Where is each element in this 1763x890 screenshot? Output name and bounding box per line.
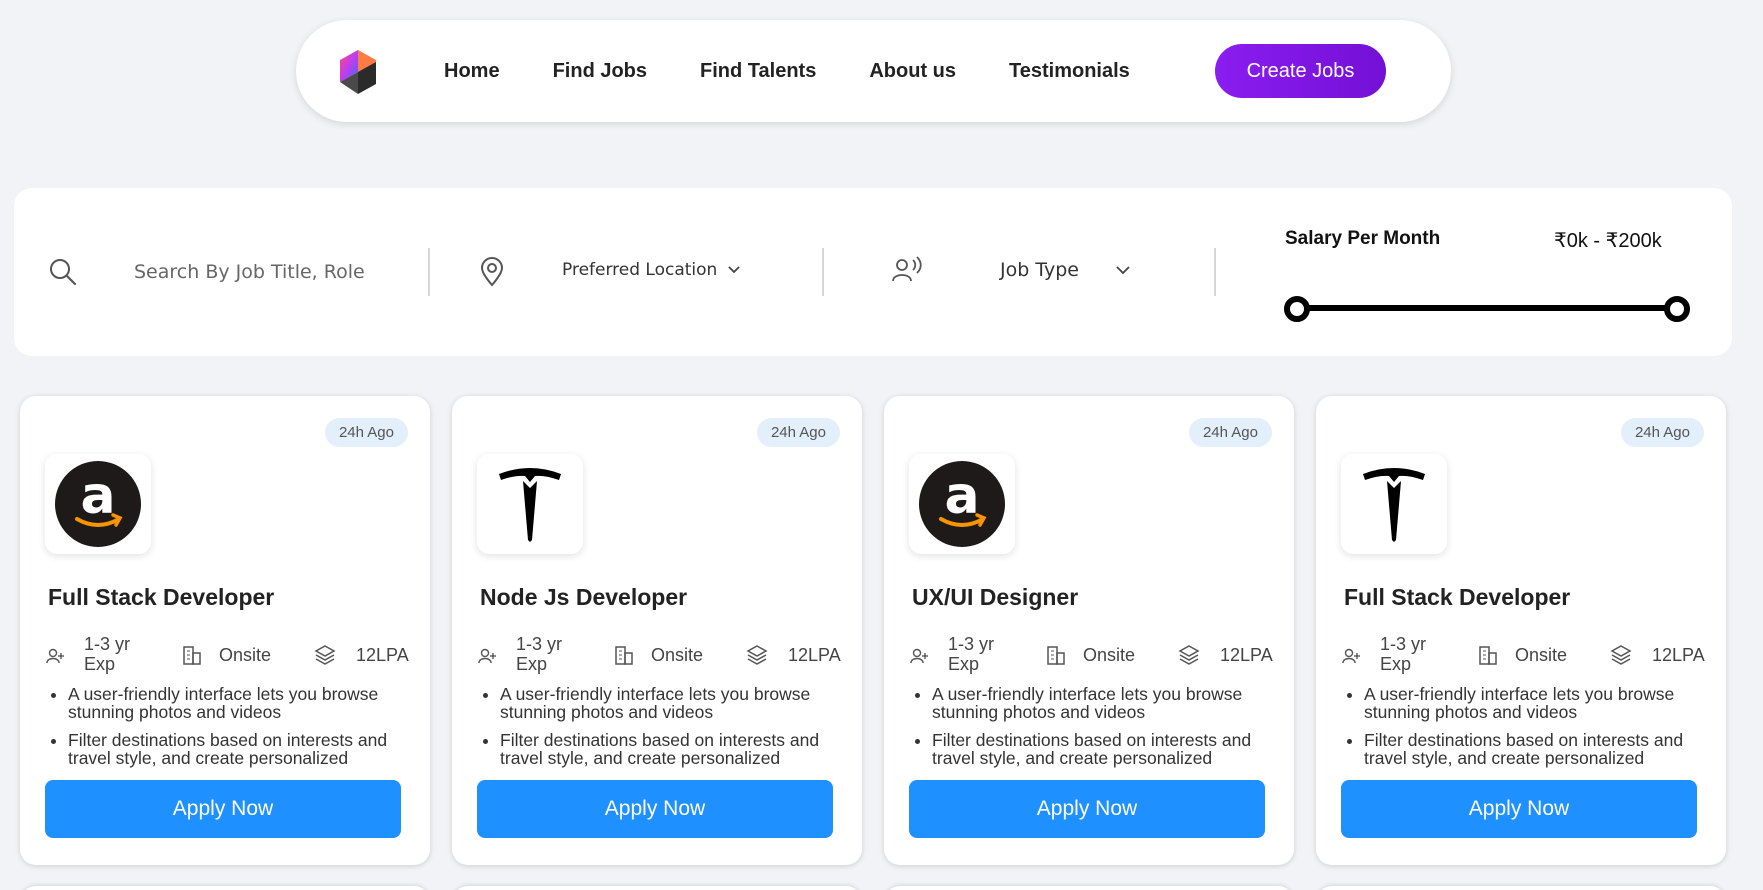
svg-text:a: a xyxy=(944,469,979,526)
salary-title: Salary Per Month xyxy=(1285,228,1441,249)
highlight-item: A user-friendly interface lets you brows… xyxy=(1364,685,1704,721)
job-meta: 1-3 yr Exp Onsite 12LPA xyxy=(1342,634,1712,678)
work-mode-text: Onsite xyxy=(651,645,704,665)
highlight-item: A user-friendly interface lets you brows… xyxy=(68,685,408,721)
search-icon xyxy=(50,259,77,286)
building-icon xyxy=(1047,646,1065,665)
top-nav: Home Find Jobs Find Talents About us Tes… xyxy=(296,20,1451,122)
salary-slider-max-handle[interactable] xyxy=(1664,296,1690,322)
layers-icon xyxy=(746,645,768,665)
job-meta: 1-3 yr Exp Onsite 12LPA xyxy=(910,634,1280,678)
location-dropdown-label: Preferred Location xyxy=(562,260,718,280)
job-highlights: A user-friendly interface lets you brows… xyxy=(500,685,840,777)
layers-icon xyxy=(314,645,336,665)
tesla-logo-icon xyxy=(1351,461,1437,547)
posted-time-badge: 24h Ago xyxy=(324,418,408,447)
company-logo xyxy=(477,454,583,554)
salary-slider-min-handle[interactable] xyxy=(1284,296,1310,322)
add-user-icon xyxy=(910,648,928,664)
divider xyxy=(1214,248,1216,296)
posted-time-badge: 24h Ago xyxy=(756,418,840,447)
add-user-icon xyxy=(46,648,64,664)
job-highlights: A user-friendly interface lets you brows… xyxy=(68,685,408,777)
building-icon xyxy=(1479,646,1497,665)
job-highlights: A user-friendly interface lets you brows… xyxy=(1364,685,1704,777)
location-dropdown[interactable]: Preferred Location xyxy=(562,260,741,280)
apply-now-button[interactable]: Apply Now xyxy=(477,780,833,838)
amazon-logo-icon: a xyxy=(919,461,1005,547)
experience-text: 1-3 yr Exp xyxy=(1380,634,1427,674)
job-card-next-row xyxy=(20,886,430,890)
job-card-next-row xyxy=(452,886,862,890)
job-title: Full Stack Developer xyxy=(48,584,275,610)
salary-text: 12LPA xyxy=(356,645,409,665)
salary-text: 12LPA xyxy=(788,645,841,665)
work-mode-text: Onsite xyxy=(219,645,272,665)
work-mode-text: Onsite xyxy=(1083,645,1136,665)
job-card: 24h Ago a UX/UI Designer 1-3 yr Exp Onsi… xyxy=(884,396,1294,865)
job-card: 24h Ago Node Js Developer 1-3 yr Exp Ons… xyxy=(452,396,862,865)
svg-text:a: a xyxy=(80,469,115,526)
add-user-icon xyxy=(478,648,496,664)
location-pin-icon xyxy=(480,257,504,287)
chevron-down-icon xyxy=(1116,266,1130,275)
layers-icon xyxy=(1610,645,1632,665)
highlight-item: A user-friendly interface lets you brows… xyxy=(932,685,1272,721)
work-mode-text: Onsite xyxy=(1515,645,1568,665)
job-meta: 1-3 yr Exp Onsite 12LPA xyxy=(46,634,416,678)
nav-find-talents[interactable]: Find Talents xyxy=(700,60,816,83)
company-logo xyxy=(1341,454,1447,554)
experience-text: 1-3 yr Exp xyxy=(84,634,131,674)
apply-now-button[interactable]: Apply Now xyxy=(45,780,401,838)
building-icon xyxy=(183,646,201,665)
job-title: Full Stack Developer xyxy=(1344,584,1571,610)
building-icon xyxy=(615,646,633,665)
job-search-input[interactable] xyxy=(134,254,414,290)
divider xyxy=(428,248,430,296)
highlight-item: A user-friendly interface lets you brows… xyxy=(500,685,840,721)
job-meta: 1-3 yr Exp Onsite 12LPA xyxy=(478,634,848,678)
highlight-item: Filter destinations based on interests a… xyxy=(68,731,408,767)
salary-slider-track[interactable] xyxy=(1297,305,1677,311)
divider xyxy=(822,248,824,296)
chevron-down-icon xyxy=(728,266,740,274)
salary-range-value: ₹0k - ₹200k xyxy=(1554,230,1662,252)
job-highlights: A user-friendly interface lets you brows… xyxy=(932,685,1272,777)
job-type-dropdown-label: Job Type xyxy=(1000,259,1079,281)
apply-now-button[interactable]: Apply Now xyxy=(909,780,1265,838)
salary-text: 12LPA xyxy=(1652,645,1705,665)
job-title: UX/UI Designer xyxy=(912,584,1079,610)
job-card-next-row xyxy=(884,886,1294,890)
job-type-dropdown[interactable]: Job Type xyxy=(1000,259,1131,281)
experience-text: 1-3 yr Exp xyxy=(516,634,563,674)
company-logo: a xyxy=(909,454,1015,554)
job-card: 24h Ago a Full Stack Developer 1-3 yr Ex… xyxy=(20,396,430,865)
job-filter-bar: Preferred Location Job Type Salary Per M… xyxy=(14,188,1732,356)
job-card-next-row xyxy=(1316,886,1726,890)
highlight-item: Filter destinations based on interests a… xyxy=(500,731,840,767)
posted-time-badge: 24h Ago xyxy=(1188,418,1272,447)
posted-time-badge: 24h Ago xyxy=(1620,418,1704,447)
highlight-item: Filter destinations based on interests a… xyxy=(932,731,1272,767)
highlight-item: Filter destinations based on interests a… xyxy=(1364,731,1704,767)
brand-logo-icon[interactable] xyxy=(336,48,380,94)
job-title: Node Js Developer xyxy=(480,584,688,610)
nav-testimonials[interactable]: Testimonials xyxy=(1009,60,1130,83)
company-logo: a xyxy=(45,454,151,554)
recruiter-voice-icon xyxy=(892,256,922,282)
salary-text: 12LPA xyxy=(1220,645,1273,665)
tesla-logo-icon xyxy=(487,461,573,547)
experience-text: 1-3 yr Exp xyxy=(948,634,995,674)
add-user-icon xyxy=(1342,648,1360,664)
create-jobs-button[interactable]: Create Jobs xyxy=(1215,44,1386,98)
nav-home[interactable]: Home xyxy=(444,60,500,83)
nav-about-us[interactable]: About us xyxy=(869,60,956,83)
amazon-logo-icon: a xyxy=(55,461,141,547)
nav-find-jobs[interactable]: Find Jobs xyxy=(553,60,647,83)
nav-links: Home Find Jobs Find Talents About us Tes… xyxy=(444,20,1183,122)
job-card: 24h Ago Full Stack Developer 1-3 yr Exp … xyxy=(1316,396,1726,865)
apply-now-button[interactable]: Apply Now xyxy=(1341,780,1697,838)
layers-icon xyxy=(1178,645,1200,665)
